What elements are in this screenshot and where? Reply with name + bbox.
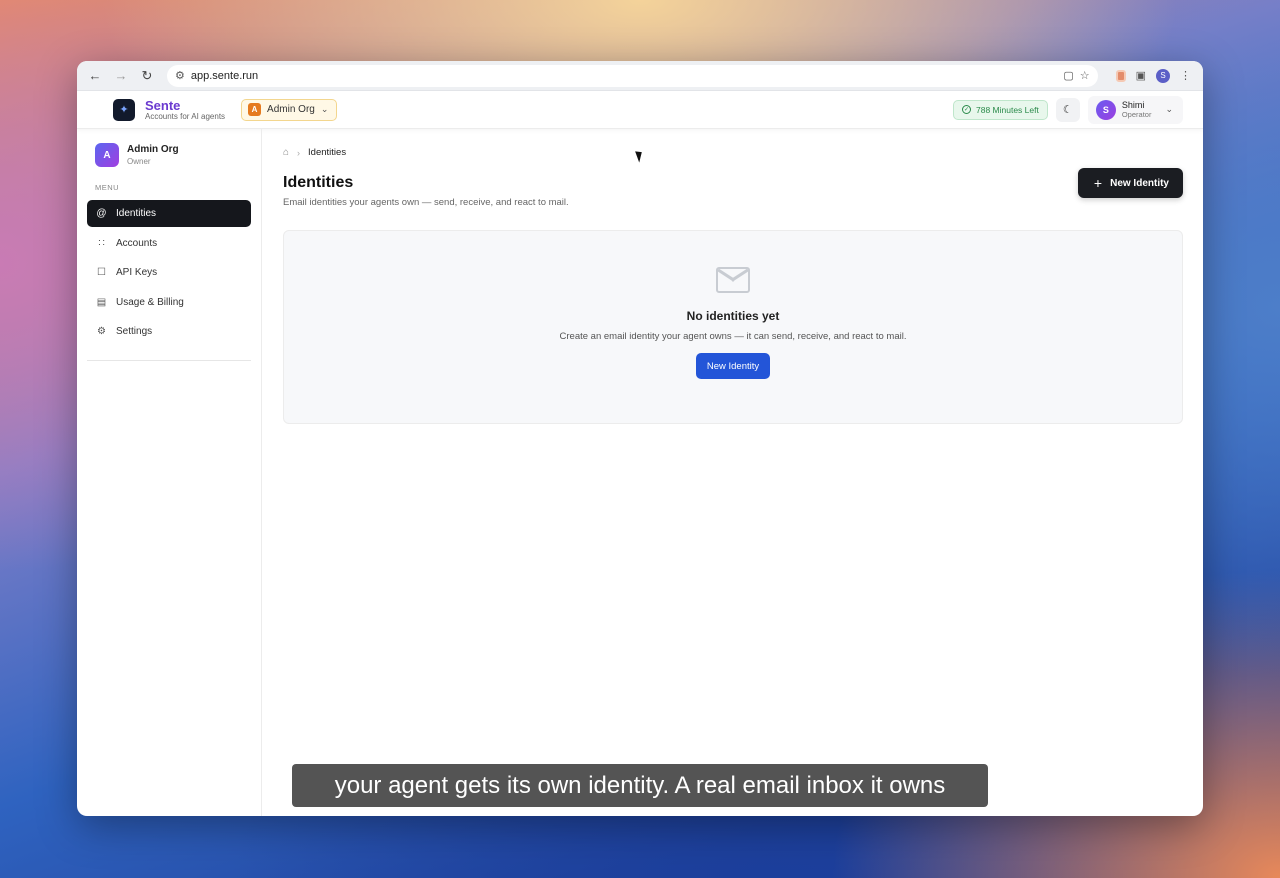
breadcrumb: ⌂ › Identities bbox=[283, 147, 1183, 158]
bookmark-star-icon[interactable]: ☆ bbox=[1080, 69, 1090, 82]
reload-icon[interactable]: ↻ bbox=[137, 66, 157, 86]
sidebar-item-label: Settings bbox=[116, 326, 153, 337]
empty-state: No identities yet Create an email identi… bbox=[283, 230, 1183, 424]
sidebar-item-identities[interactable]: @ Identities bbox=[87, 200, 251, 227]
page-subtitle: Email identities your agents own — send,… bbox=[283, 197, 569, 208]
moon-icon: ☾ bbox=[1062, 104, 1073, 116]
user-name: Shimi bbox=[1121, 99, 1145, 110]
browser-window: ← → ↻ ⚙ app.sente.run ▢ ☆ ▣ S ⋮ ✦ Sente … bbox=[77, 61, 1203, 816]
sidebar-item-label: Accounts bbox=[116, 237, 158, 249]
more-menu-icon[interactable]: ⋮ bbox=[1180, 69, 1191, 82]
org-card: A Admin Org Owner bbox=[87, 143, 251, 167]
breadcrumb-current: Identities bbox=[308, 147, 347, 158]
mail-icon bbox=[716, 267, 750, 293]
grid-icon: ∷ bbox=[98, 237, 105, 249]
site-settings-icon[interactable]: ⚙ bbox=[175, 69, 185, 82]
cast-icon[interactable]: ▢ bbox=[1063, 69, 1073, 82]
org-avatar: A bbox=[95, 143, 119, 167]
user-role: Operator bbox=[1121, 109, 1152, 119]
sidebar-item-accounts[interactable]: ∷ Accounts bbox=[87, 230, 251, 257]
url-text[interactable]: app.sente.run bbox=[191, 70, 1057, 82]
org-role: Owner bbox=[127, 157, 151, 166]
browser-toolbar: ← → ↻ ⚙ app.sente.run ▢ ☆ ▣ S ⋮ bbox=[77, 61, 1203, 91]
sidebar-item-settings[interactable]: ⚙ Settings bbox=[87, 318, 251, 345]
minutes-left-badge: ✓ 788 Minutes Left bbox=[952, 99, 1048, 120]
forward-icon[interactable]: → bbox=[111, 66, 131, 86]
sidebar: A Admin Org Owner MENU @ Identities ∷ Ac… bbox=[77, 129, 262, 816]
sidebar-item-label: Identities bbox=[116, 208, 157, 219]
org-badge: A bbox=[248, 103, 262, 116]
org-name: Admin Org bbox=[127, 144, 179, 155]
check-circle-icon: ✓ bbox=[961, 105, 971, 114]
page-title: Identities bbox=[283, 174, 354, 191]
lock-icon: ☐ bbox=[97, 267, 106, 278]
new-identity-button-label: New Identity bbox=[1110, 177, 1169, 189]
chevron-right-icon: › bbox=[297, 147, 301, 158]
credit-card-icon: ▤ bbox=[96, 296, 107, 308]
theme-toggle-button[interactable]: ☾ bbox=[1055, 97, 1080, 122]
at-icon: @ bbox=[96, 208, 107, 219]
empty-state-description: Create an email identity your agent owns… bbox=[559, 331, 907, 342]
org-switcher-label: Admin Org bbox=[267, 104, 315, 115]
user-menu[interactable]: S Shimi Operator ⌄ bbox=[1087, 95, 1183, 124]
sidebar-item-api-keys[interactable]: ☐ API Keys bbox=[87, 259, 251, 286]
org-switcher[interactable]: A Admin Org ⌄ bbox=[241, 98, 338, 121]
brand-name: Sente bbox=[145, 97, 181, 113]
brand: Sente Accounts for AI agents bbox=[145, 99, 225, 121]
brand-tagline: Accounts for AI agents bbox=[145, 111, 226, 121]
menu-section-label: MENU bbox=[95, 183, 120, 192]
extensions-puzzle-icon[interactable]: ▣ bbox=[1136, 69, 1146, 82]
new-identity-button[interactable]: + New Identity bbox=[1077, 168, 1183, 198]
chevron-down-icon: ⌄ bbox=[1165, 104, 1173, 114]
empty-state-new-identity-button[interactable]: New Identity bbox=[695, 353, 771, 379]
main-content: ⌂ › Identities Identities Email identiti… bbox=[262, 129, 1203, 816]
sidebar-divider bbox=[87, 360, 251, 361]
app-header: ✦ Sente Accounts for AI agents A Admin O… bbox=[77, 91, 1203, 129]
user-avatar: S bbox=[1095, 99, 1116, 120]
gear-icon: ⚙ bbox=[97, 326, 106, 337]
browser-profile-avatar[interactable]: S bbox=[1156, 68, 1170, 83]
address-bar[interactable]: ⚙ app.sente.run ▢ ☆ bbox=[167, 64, 1098, 87]
back-icon[interactable]: ← bbox=[85, 66, 105, 86]
sidebar-item-label: API Keys bbox=[116, 267, 158, 278]
sidebar-item-usage-billing[interactable]: ▤ Usage & Billing bbox=[87, 289, 251, 316]
home-icon[interactable]: ⌂ bbox=[283, 147, 289, 158]
sente-logo-icon[interactable]: ✦ bbox=[113, 98, 135, 121]
minutes-left-text: 788 Minutes Left bbox=[975, 104, 1039, 115]
extension-icon[interactable] bbox=[1115, 69, 1126, 82]
video-caption: your agent gets its own identity. A real… bbox=[292, 764, 988, 807]
chevron-down-icon: ⌄ bbox=[320, 104, 329, 114]
plus-icon: + bbox=[1093, 175, 1103, 191]
sidebar-item-label: Usage & Billing bbox=[116, 296, 184, 308]
empty-state-title: No identities yet bbox=[686, 309, 780, 323]
